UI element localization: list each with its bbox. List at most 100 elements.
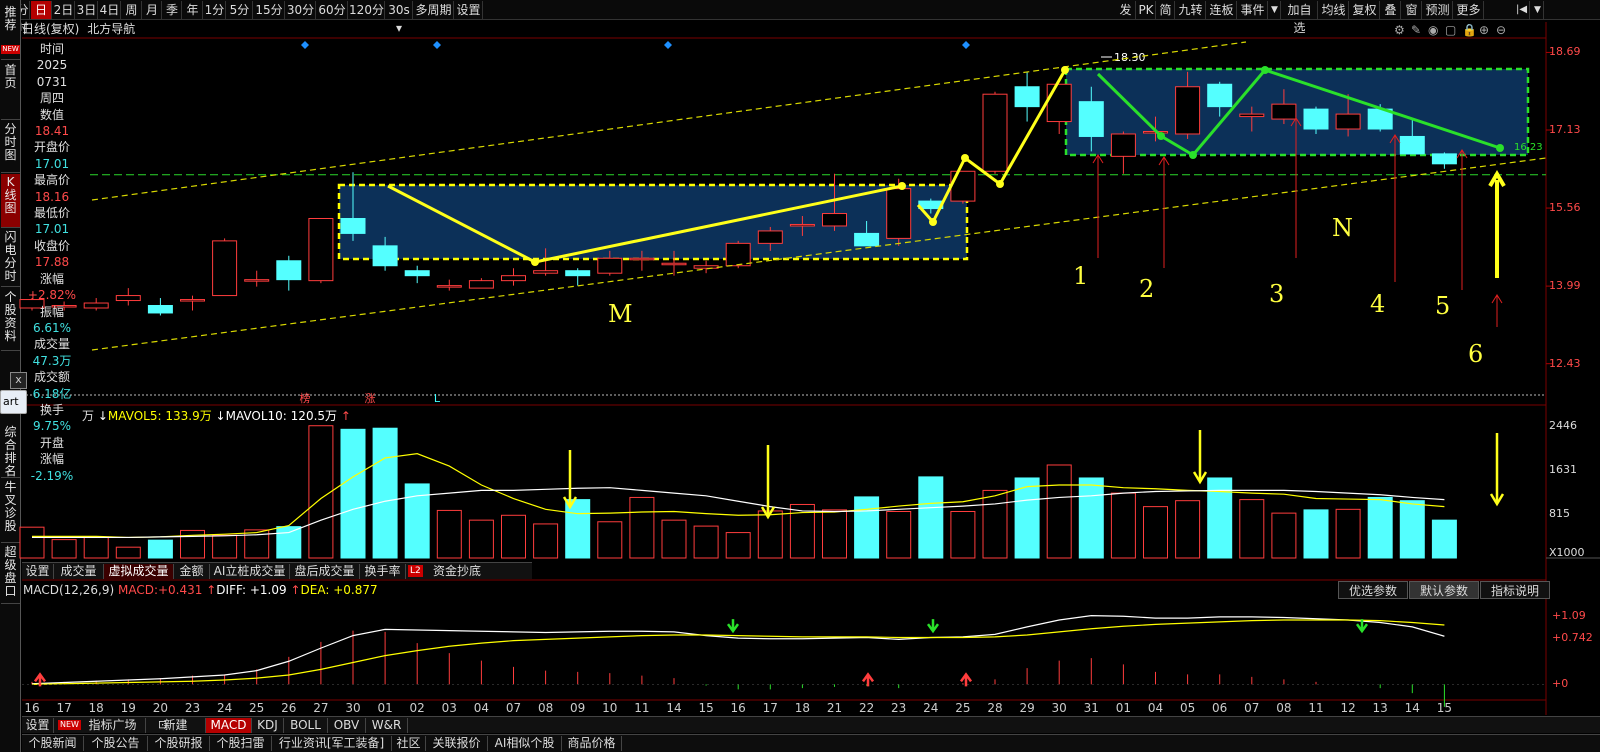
- date-label-24: 18: [794, 701, 811, 715]
- candle: [629, 257, 655, 261]
- popup-close-button[interactable]: x: [10, 372, 27, 389]
- date-label-22: 16: [730, 701, 746, 715]
- popup-button[interactable]: art: [0, 390, 27, 414]
- macd-param-2[interactable]: 指标说明: [1480, 581, 1550, 599]
- candle: [789, 223, 815, 227]
- info-value-8: 6.61%: [32, 320, 72, 335]
- volume-bar: [918, 476, 944, 559]
- candle: [693, 265, 719, 269]
- volume-bar: [725, 532, 751, 559]
- up-arrow-icon: ↑: [290, 583, 301, 597]
- indicator-tab-3[interactable]: MACD: [206, 718, 252, 733]
- annotation-number-0: 1: [1073, 262, 1089, 290]
- candle: [1303, 108, 1329, 130]
- arrowhead: [531, 258, 539, 266]
- volume-bar: [212, 534, 238, 559]
- candle: [147, 305, 173, 314]
- annotation-number-1: 2: [1139, 275, 1155, 303]
- diamond-marker: [962, 41, 970, 49]
- macd-param-1[interactable]: 默认参数: [1409, 581, 1479, 599]
- info-label-1: 周四: [39, 91, 64, 106]
- date-label-13: 03: [441, 701, 457, 715]
- date-label-15: 07: [505, 701, 522, 715]
- volume-tab-4[interactable]: AI立桩成交量: [210, 564, 290, 579]
- indicator-tab-2[interactable]: 新建: [146, 718, 206, 733]
- marker-bang: 榜: [300, 391, 311, 405]
- volume-tab-5[interactable]: 盘后成交量: [290, 564, 360, 579]
- info-tab-4[interactable]: 行业资讯[军工装备]: [272, 736, 392, 751]
- volume-bar: [1335, 508, 1361, 559]
- volume-tab-6[interactable]: 换手率: [360, 564, 406, 579]
- info-tab-6[interactable]: 关联报价: [426, 736, 488, 751]
- date-label-38: 07: [1244, 701, 1260, 715]
- arrowhead: [1496, 144, 1504, 152]
- volume-bar: [661, 519, 687, 559]
- info-label-8: 振幅: [39, 304, 64, 319]
- info-value-2: 18.41: [34, 124, 70, 139]
- dea-line: [31, 619, 1445, 685]
- indicator-tab-4[interactable]: KDJ: [252, 718, 284, 733]
- date-label-35: 04: [1147, 701, 1164, 715]
- volume-tab-2[interactable]: 虚拟成交量: [104, 564, 174, 579]
- date-label-12: 02: [409, 701, 425, 715]
- volume-bar: [693, 525, 719, 559]
- info-label-0: 时间: [39, 42, 64, 56]
- date-label-5: 23: [184, 701, 201, 715]
- volume-bar: [1303, 509, 1329, 559]
- indicator-tab-6[interactable]: OBV: [328, 718, 366, 733]
- main-chart-area[interactable]: 18.30 16.23 榜 涨 L ⚙ ✎ ◉ ▢ 🔒 ⊕ ⊖: [0, 0, 1600, 752]
- info-label-7: 涨幅: [39, 271, 64, 286]
- volume-bar: [565, 499, 591, 559]
- mavol5-line: [32, 453, 1445, 539]
- volume-tick-label-2: 815: [1549, 506, 1570, 520]
- floating-popup[interactable]: x art: [0, 372, 29, 418]
- info-tab-0[interactable]: 个股新闻: [22, 736, 84, 751]
- date-label-4: 20: [152, 701, 169, 715]
- volume-tab-1[interactable]: 成交量: [54, 564, 104, 579]
- annotation-number-3: 4: [1370, 290, 1386, 318]
- chart-tool-icon: ▢: [1445, 23, 1456, 37]
- candle: [757, 230, 783, 244]
- volume-bar: [436, 509, 462, 559]
- date-label-23: 17: [762, 701, 778, 715]
- indicator-tab-5[interactable]: BOLL: [284, 718, 328, 733]
- annotation-n: N: [1332, 214, 1353, 242]
- info-value-11: 9.75%: [32, 419, 72, 434]
- volume-tab-7[interactable]: 资金抄底: [428, 564, 486, 579]
- volume-bar: [1431, 519, 1457, 559]
- macd-param-0[interactable]: 优选参数: [1338, 581, 1408, 599]
- info-tab-3[interactable]: 个股扫雷: [210, 736, 272, 751]
- volume-bar: [1399, 500, 1425, 559]
- info-label-10: 成交额: [33, 370, 70, 385]
- date-label-16: 08: [537, 701, 554, 715]
- date-label-18: 10: [602, 701, 618, 715]
- macd-tick-label-1: +0.742: [1552, 631, 1593, 644]
- indicator-tab-0[interactable]: 设置: [22, 718, 54, 733]
- volume-tab-0[interactable]: 设置: [22, 564, 54, 579]
- info-label-4: 最高价: [33, 173, 70, 188]
- info-tab-2[interactable]: 个股研报: [148, 736, 210, 751]
- info-tab-7[interactable]: AI相似个股: [488, 736, 562, 751]
- date-label-40: 11: [1308, 701, 1324, 715]
- date-label-7: 25: [249, 701, 265, 715]
- volume-bar: [340, 428, 366, 559]
- candle: [1207, 83, 1233, 108]
- down-arrow-icon: ↓: [97, 409, 108, 423]
- volume-tab-3[interactable]: 金额: [174, 564, 210, 579]
- info-tab-5[interactable]: 社区: [392, 736, 426, 751]
- candle: [83, 302, 109, 309]
- new-badge: NEW: [58, 720, 81, 730]
- info-tab-8[interactable]: 商品价格: [562, 736, 622, 751]
- info-value-4: 18.16: [34, 189, 70, 204]
- volume-header: 万 ↓MAVOL5: 133.9万 ↓MAVOL10: 120.5万 ↑: [82, 409, 351, 423]
- volume-bar: [1271, 512, 1297, 559]
- volume-bar: [276, 526, 302, 559]
- indicator-tab-7[interactable]: W&R: [366, 718, 408, 733]
- date-label-2: 18: [88, 701, 104, 715]
- arrowhead: [1261, 66, 1269, 74]
- candle: [822, 213, 847, 227]
- date-label-21: 15: [698, 701, 714, 715]
- candle: [725, 242, 751, 267]
- volume-bar: [1078, 477, 1104, 559]
- info-tab-1[interactable]: 个股公告: [84, 736, 148, 751]
